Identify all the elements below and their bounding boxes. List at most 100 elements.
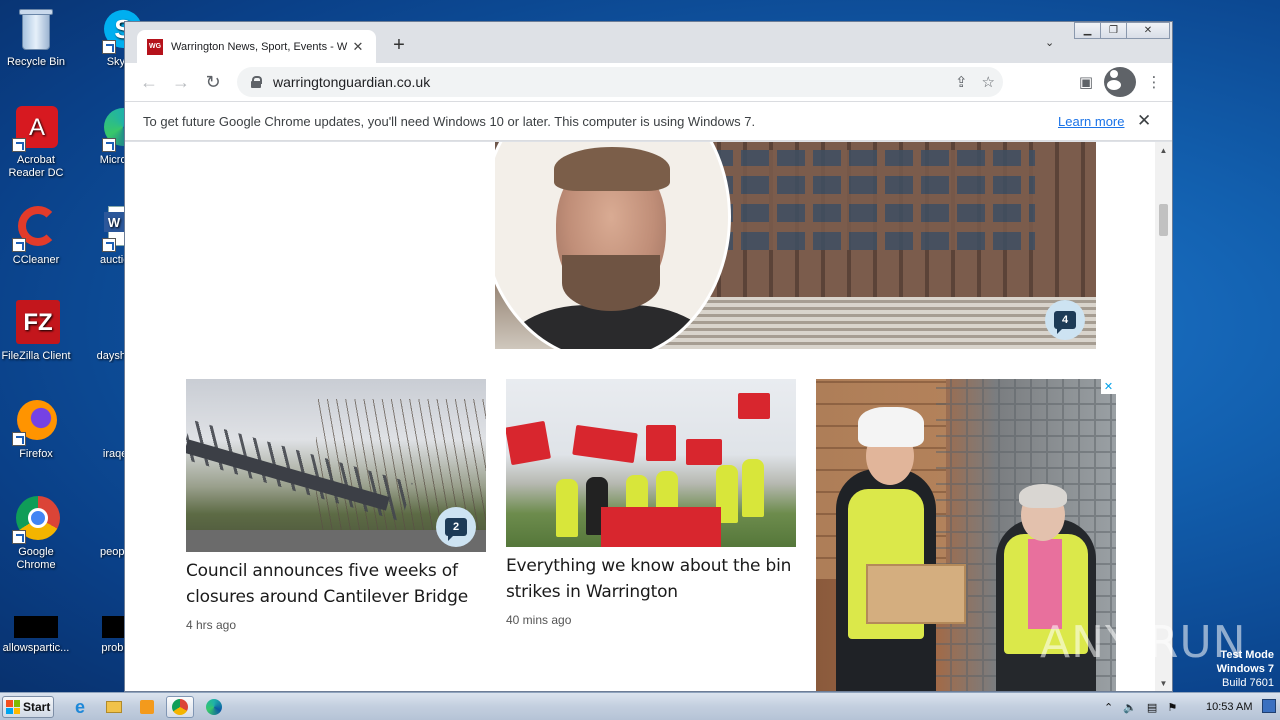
close-tab-icon[interactable]: ✕	[350, 39, 366, 55]
reload-button[interactable]: ↻	[197, 66, 229, 98]
desktop-icon-acrobat[interactable]: A Acrobat Reader DC	[0, 104, 74, 180]
black-file-icon	[12, 614, 60, 640]
share-icon[interactable]: ⇪	[955, 73, 968, 91]
anyrun-watermark: ANY RUN	[1040, 617, 1247, 668]
article-image-bridge[interactable]: 2	[186, 379, 486, 552]
url-text: warringtonguardian.co.uk	[273, 74, 431, 90]
flag	[572, 424, 638, 464]
desktop-icon-file[interactable]: allowspartic...	[0, 614, 74, 655]
address-bar[interactable]: warringtonguardian.co.uk ⇪ ☆	[237, 67, 1003, 97]
page-viewport: 4 2 Council announces five weeks of clos…	[125, 142, 1155, 691]
comment-bubble-icon: 4	[1054, 311, 1076, 334]
windows-logo-icon	[6, 700, 20, 714]
article-time: 40 mins ago	[506, 613, 572, 627]
menu-kebab-icon[interactable]: ⋮	[1138, 67, 1170, 97]
desktop-icon-recycle-bin[interactable]: Recycle Bin	[0, 6, 74, 69]
ad-hat	[858, 407, 924, 447]
favicon-icon: WG	[147, 38, 163, 55]
avatar	[1104, 67, 1136, 97]
tab-search-chevron-icon[interactable]: ⌄	[1045, 36, 1054, 49]
article-image-strike[interactable]	[506, 379, 796, 547]
tab-warrington-guardian[interactable]: WG Warrington News, Sport, Events - W ✕	[137, 30, 376, 63]
scroll-up-icon[interactable]: ▲	[1155, 142, 1172, 158]
portrait-beard	[562, 255, 660, 311]
lock-icon[interactable]	[251, 76, 262, 88]
chrome-icon	[12, 496, 60, 544]
desktop-icon-label: Recycle Bin	[6, 56, 66, 68]
desktop-icon-label: Acrobat Reader DC	[8, 154, 64, 179]
close-infobar-icon[interactable]: ✕	[1137, 111, 1151, 131]
taskbar-edge-icon[interactable]	[200, 696, 228, 718]
protest-banner	[601, 507, 721, 547]
tab-title: Warrington News, Sport, Events - W	[171, 40, 348, 53]
flag	[686, 439, 722, 465]
window-controls: ▁ ❐ ✕	[1074, 22, 1170, 40]
learn-more-link[interactable]: Learn more	[1058, 114, 1124, 129]
portrait-hair	[554, 147, 670, 191]
article-headline[interactable]: Council announces five weeks of closures…	[186, 558, 486, 610]
side-panel-icon[interactable]: ▣	[1070, 67, 1102, 97]
taskbar-clock[interactable]: 10:53 AM	[1206, 701, 1252, 713]
new-tab-button[interactable]: +	[387, 34, 411, 57]
close-window-button[interactable]: ✕	[1126, 22, 1170, 39]
volume-icon[interactable]: 🔈	[1123, 701, 1137, 714]
building-steps	[645, 297, 1096, 349]
ccleaner-icon	[12, 204, 60, 252]
person	[556, 479, 578, 537]
start-button[interactable]: Start	[2, 696, 54, 718]
article-time: 4 hrs ago	[186, 618, 237, 632]
firefox-icon	[12, 398, 60, 446]
show-hidden-icons-icon[interactable]: ⌃	[1104, 701, 1113, 714]
build-label: Build 7601	[1222, 677, 1274, 689]
ad-pink-top	[1028, 539, 1062, 629]
taskbar-ie-icon[interactable]: e	[66, 696, 94, 718]
infobar-message: To get future Google Chrome updates, you…	[143, 113, 756, 129]
recycle-bin-icon	[12, 6, 60, 54]
flag	[646, 425, 676, 461]
filezilla-icon: FZ	[12, 300, 60, 348]
bookmark-star-icon[interactable]: ☆	[982, 73, 995, 91]
comment-count-badge[interactable]: 2	[436, 507, 476, 547]
flag	[738, 393, 770, 419]
restore-button[interactable]: ❐	[1100, 22, 1127, 39]
acrobat-icon: A	[12, 104, 60, 152]
forward-button[interactable]: →	[165, 66, 197, 98]
browser-toolbar: ← → ↻ warringtonguardian.co.uk ⇪ ☆ ▣ ⋮	[125, 63, 1172, 101]
scroll-thumb[interactable]	[1159, 204, 1168, 236]
desktop-icon-label: Google Chrome	[16, 546, 56, 571]
show-desktop-button[interactable]	[1262, 699, 1276, 713]
person	[742, 459, 764, 517]
vertical-scrollbar[interactable]: ▲ ▼	[1155, 142, 1172, 691]
desktop-icon-label: FileZilla Client	[1, 350, 71, 362]
hero-article-image[interactable]: 4	[495, 142, 1096, 349]
network-icon[interactable]: ▤	[1147, 701, 1157, 714]
desktop-icon-ccleaner[interactable]: CCleaner	[0, 204, 74, 267]
article-card[interactable]: 2 Council announces five weeks of closur…	[186, 379, 486, 632]
test-mode-notice: Test Mode Windows 7 Build 7601	[1217, 648, 1274, 690]
test-mode-label: Test Mode	[1220, 649, 1274, 661]
taskbar-media-player-icon[interactable]	[133, 696, 161, 718]
os-label: Windows 7	[1216, 663, 1274, 675]
article-headline[interactable]: Everything we know about the bin strikes…	[506, 553, 796, 605]
desktop-icon-label: Firefox	[19, 448, 53, 460]
taskbar-explorer-icon[interactable]	[100, 696, 128, 718]
chrome-window: WG Warrington News, Sport, Events - W ✕ …	[124, 21, 1173, 692]
desktop-icon-firefox[interactable]: Firefox	[0, 398, 74, 461]
ad-close-icon[interactable]: ✕	[1101, 379, 1116, 394]
start-label: Start	[23, 700, 51, 714]
ad-hair	[1019, 484, 1067, 508]
portrait-inset	[495, 142, 731, 349]
minimize-button[interactable]: ▁	[1074, 22, 1101, 39]
system-tray: ⌃ 🔈 ▤ ⚑	[1104, 693, 1177, 720]
desktop-icon-label: CCleaner	[12, 254, 60, 266]
desktop-icon-chrome[interactable]: Google Chrome	[0, 496, 74, 572]
action-center-flag-icon[interactable]: ⚑	[1167, 701, 1177, 714]
scroll-down-icon[interactable]: ▼	[1155, 675, 1172, 691]
tab-strip: WG Warrington News, Sport, Events - W ✕ …	[125, 22, 1172, 63]
article-card[interactable]: Everything we know about the bin strikes…	[506, 379, 796, 627]
taskbar-chrome-icon[interactable]	[166, 696, 194, 718]
profile-button[interactable]	[1104, 67, 1136, 97]
comment-count-badge[interactable]: 4	[1045, 300, 1085, 340]
back-button[interactable]: ←	[133, 66, 165, 98]
desktop-icon-filezilla[interactable]: FZ FileZilla Client	[0, 300, 74, 363]
